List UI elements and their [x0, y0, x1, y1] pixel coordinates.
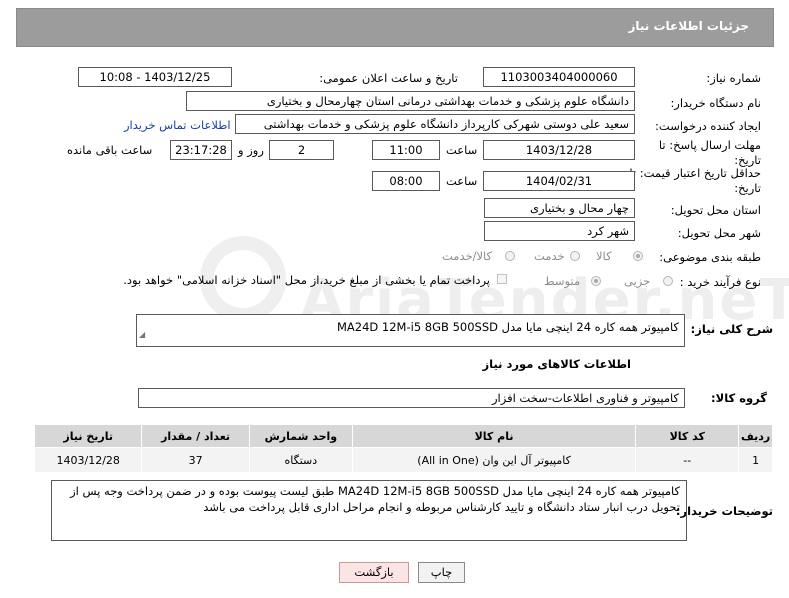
creator-label: ایجاد کننده درخواست: [655, 119, 761, 133]
goods-section-title: اطلاعات کالاهای مورد نیاز [482, 357, 631, 371]
remaining-time-field: 23:17:28 [170, 140, 232, 160]
category-radio-service[interactable] [570, 251, 580, 261]
category-label: طبقه بندی موضوعی: [659, 250, 761, 264]
cell-qty: 37 [141, 447, 250, 473]
summary-field: کامپیوتر همه کاره 24 اینچی مایا مدل MA24… [136, 314, 685, 347]
buyer-org-field: دانشگاه علوم پزشکی و خدمات بهداشتی درمان… [186, 91, 635, 111]
process-radio-minor[interactable] [663, 276, 673, 286]
price-validity-date-field: 1404/02/31 [483, 171, 635, 191]
buyer-notes-field: کامپیوتر همه کاره 24 اینچی مایا مدل MA24… [51, 480, 687, 541]
price-validity-label: حداقل تاریخ اعتبار قیمت: تا تاریخ: [629, 166, 761, 195]
cell-unit: دستگاه [248, 447, 353, 473]
table-header-row: ردیف کد کالا نام کالا واحد شمارش تعداد /… [33, 424, 773, 448]
announce-label: تاریخ و ساعت اعلان عمومی: [319, 71, 458, 85]
deadline-time-field: 11:00 [372, 140, 440, 160]
buyer-notes-line-1: کامپیوتر همه کاره 24 اینچی مایا مدل MA24… [70, 484, 680, 498]
process-radio-medium[interactable] [591, 276, 601, 286]
need-number-field: 1103003404000060 [483, 67, 635, 87]
days-field: 2 [269, 140, 334, 160]
goods-group-field: کامپیوتر و فناوری اطلاعات-سخت افزار [138, 388, 685, 408]
category-radio-goods[interactable] [633, 251, 643, 261]
category-radio-goods-service[interactable] [505, 251, 515, 261]
header-panel: جزئیات اطلاعات نیاز [16, 8, 774, 47]
province-field: چهار محال و بختیاری [484, 198, 635, 218]
cell-row: 1 [738, 447, 773, 473]
province-label: استان محل تحویل: [670, 203, 761, 217]
buyer-org-label: نام دستگاه خریدار: [670, 96, 761, 110]
col-row-header: ردیف [738, 424, 773, 448]
remaining-label: ساعت باقی مانده [67, 143, 153, 157]
page-title: جزئیات اطلاعات نیاز [628, 19, 749, 33]
summary-text: کامپیوتر همه کاره 24 اینچی مایا مدل MA24… [336, 320, 679, 334]
deadline-label: مهلت ارسال پاسخ: تا تاریخ: [658, 138, 761, 167]
buyer-notes-line-2: تحویل درب انبار ستاد دانشگاه و تایید کار… [203, 500, 680, 514]
goods-table: ردیف کد کالا نام کالا واحد شمارش تعداد /… [33, 424, 773, 473]
process-label: نوع فرآیند خرید : [679, 275, 761, 289]
process-option-minor: جزیی [624, 274, 651, 288]
treasury-checkbox[interactable] [497, 274, 507, 284]
announce-field: 1403/12/25 - 10:08 [78, 67, 232, 87]
category-option-goods: کالا [596, 249, 612, 263]
buyer-notes-label: توضیحات خریدار: [675, 504, 773, 518]
city-label: شهر محل تحویل: [677, 226, 761, 240]
price-validity-time-field: 08:00 [372, 171, 440, 191]
creator-field: سعید علی دوستی شهرکی کارپرداز دانشگاه عل… [235, 114, 635, 134]
cell-code: -- [635, 447, 740, 473]
goods-group-label: گروه کالا: [711, 391, 767, 405]
col-unit-header: واحد شمارش [248, 424, 353, 448]
deadline-date-field: 1403/12/28 [483, 140, 635, 160]
table-row: 1 -- کامپیوتر آل این وان (All in One) دس… [33, 447, 773, 473]
deadline-time-label: ساعت [446, 143, 478, 157]
price-validity-time-label: ساعت [446, 174, 478, 188]
category-option-goods-service: کالا/خدمت [442, 249, 493, 263]
print-button[interactable]: چاپ [418, 562, 465, 583]
days-label: روز و [238, 143, 264, 157]
col-code-header: کد کالا [635, 424, 740, 448]
category-option-service: خدمت [534, 249, 565, 263]
contact-buyer-link[interactable]: اطلاعات تماس خریدار [124, 118, 231, 132]
cell-date: 1403/12/28 [33, 447, 143, 473]
col-qty-header: تعداد / مقدار [141, 424, 250, 448]
resize-handle-icon[interactable]: ◢ [139, 325, 145, 345]
cell-name: کامپیوتر آل این وان (All in One) [351, 447, 637, 473]
process-option-medium: متوسط [544, 274, 581, 288]
need-number-label: شماره نیاز: [706, 71, 761, 85]
city-field: شهر کرد [484, 221, 635, 241]
col-name-header: نام کالا [351, 424, 637, 448]
back-button[interactable]: بازگشت [339, 562, 409, 583]
summary-label: شرح کلی نیاز: [690, 322, 773, 336]
payment-note: پرداخت تمام یا بخشی از مبلغ خرید،از محل … [123, 273, 490, 287]
col-date-header: تاریخ نیاز [33, 424, 143, 448]
